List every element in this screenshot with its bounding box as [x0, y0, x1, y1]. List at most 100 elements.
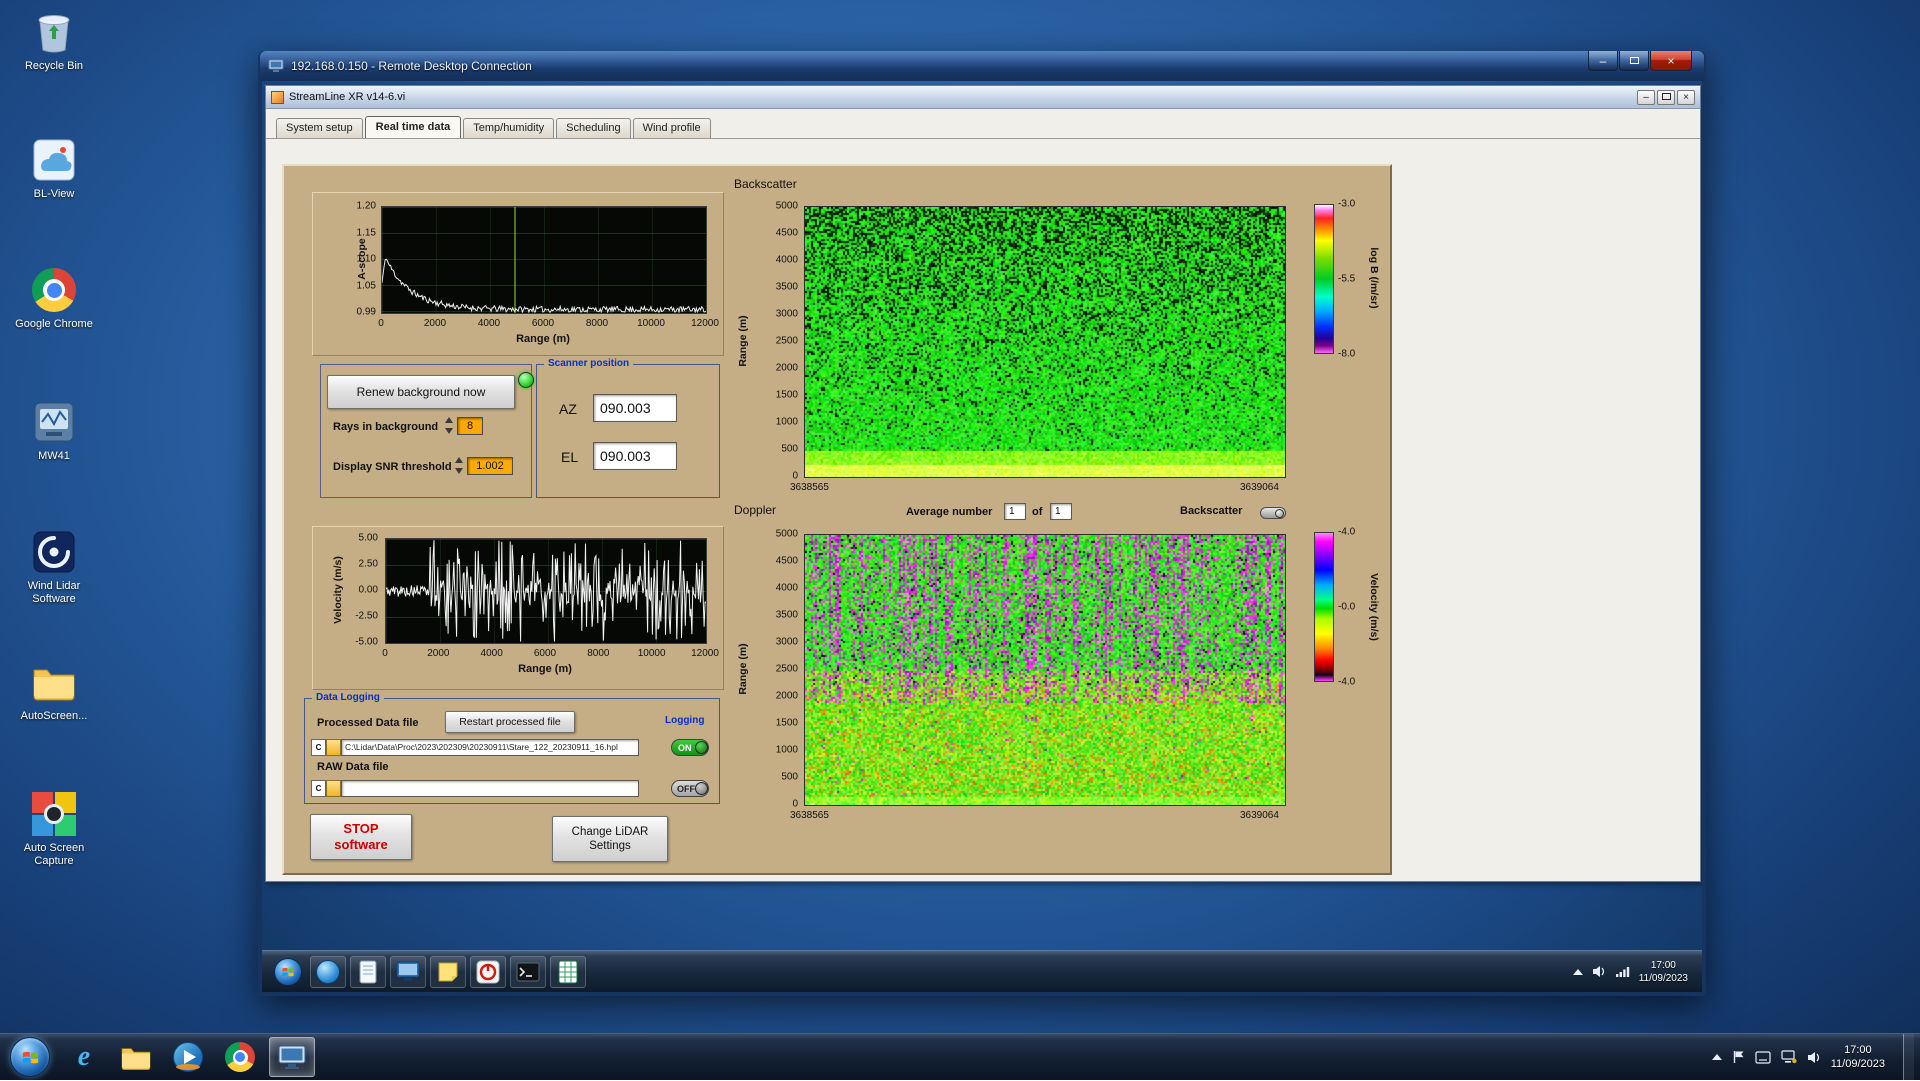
remote-command-prompt-icon[interactable] [510, 955, 546, 988]
snr-stepper[interactable] [455, 457, 464, 474]
rdp-restore-button[interactable] [1619, 51, 1649, 71]
ascope-plot-area [381, 206, 707, 314]
host-clock[interactable]: 17:00 11/09/2023 [1831, 1043, 1885, 1072]
doppler-x-max: 3639064 [1240, 810, 1279, 821]
command-prompt-icon [516, 962, 540, 981]
raw-data-file-path[interactable] [341, 779, 639, 797]
desktop-icon-recycle-bin[interactable]: Recycle Bin [6, 8, 102, 73]
show-desktop-button[interactable] [1903, 1033, 1914, 1081]
tick-label: 1.15 [356, 227, 376, 238]
tick-label: 3000 [775, 636, 798, 648]
desktop-icon-label: AutoScreen... [20, 710, 88, 722]
remote-notes-app-icon[interactable] [430, 955, 466, 988]
volume-icon[interactable] [1807, 1051, 1821, 1064]
processed-logging-switch[interactable]: ON [671, 739, 709, 756]
language-indicator-icon[interactable] [1755, 1050, 1771, 1064]
rdp-close-button[interactable]: × [1650, 51, 1692, 71]
desktop-icon-bl-view[interactable]: BL-View [6, 136, 102, 201]
doppler-colorbar-ticks: -4.0 -0.0 -4.0 [1338, 527, 1370, 688]
restore-icon [1629, 57, 1639, 64]
tab-temp-humidity[interactable]: Temp/humidity [463, 118, 555, 138]
background-controls-group: Renew background now Rays in background … [320, 364, 532, 498]
tick-label: -3.0 [1338, 198, 1356, 210]
stepper-down-icon [455, 468, 463, 474]
desktop-icon-wind-lidar[interactable]: Wind Lidar Software [6, 528, 102, 606]
remote-start-button[interactable] [270, 956, 306, 988]
remote-desktop-button[interactable] [269, 1037, 315, 1077]
tab-real-time-data[interactable]: Real time data [364, 116, 462, 138]
chrome-button[interactable] [217, 1037, 263, 1077]
stepper-down-icon [445, 428, 453, 434]
tab-system-setup[interactable]: System setup [276, 118, 363, 138]
backscatter-toggle[interactable] [1260, 507, 1286, 519]
az-value-field[interactable]: 090.003 [593, 394, 677, 422]
browse-folder-icon[interactable] [326, 738, 341, 756]
tick-label: 12000 [691, 318, 719, 329]
restart-processed-file-button[interactable]: Restart processed file [445, 711, 575, 733]
toggle-knob-icon [1275, 509, 1284, 518]
tick-label: 1.20 [356, 200, 376, 212]
stop-software-button[interactable]: STOP software [310, 814, 412, 860]
file-explorer-button[interactable] [113, 1037, 159, 1077]
doppler-y-ticks: 5000 4500 4000 3500 3000 2500 2000 1500 1000 500 0 [758, 529, 800, 810]
network-icon[interactable] [1615, 965, 1630, 978]
network-icon[interactable] [1781, 1050, 1797, 1064]
rays-in-background-value[interactable]: 8 [457, 417, 483, 435]
tick-label: 10000 [637, 648, 666, 659]
labview-maximize-button[interactable] [1657, 89, 1675, 105]
change-lidar-settings-button[interactable]: Change LiDAR Settings [552, 816, 668, 862]
remote-spreadsheet-app-icon[interactable] [550, 955, 586, 988]
el-label: EL [561, 449, 579, 465]
internet-explorer-button[interactable]: e [61, 1037, 107, 1077]
backscatter-toggle-label: Backscatter [1180, 505, 1243, 517]
remote-clock[interactable]: 17:00 11/09/2023 [1639, 959, 1688, 985]
average-number-field[interactable]: 1 [1004, 503, 1026, 520]
desktop-icon-autoscreen-folder[interactable]: AutoScreen... [6, 658, 102, 723]
remote-date: 11/09/2023 [1638, 972, 1688, 984]
rdp-minimize-button[interactable]: – [1588, 51, 1618, 71]
labview-close-button[interactable]: × [1677, 89, 1695, 105]
tab-scheduling[interactable]: Scheduling [556, 118, 631, 138]
snr-threshold-value[interactable]: 1.002 [467, 457, 513, 475]
rdp-titlebar[interactable]: 192.168.0.150 - Remote Desktop Connectio… [260, 51, 1704, 81]
tick-label: 2.50 [358, 558, 378, 570]
desktop-icon-mw41[interactable]: MW41 [6, 398, 102, 463]
tick-label: -5.00 [355, 636, 378, 648]
el-value-field[interactable]: 090.003 [593, 442, 677, 470]
tick-label: -8.0 [1338, 348, 1356, 360]
tick-label: 1.05 [356, 280, 376, 291]
velocity-plot-area [385, 538, 707, 644]
rays-stepper[interactable] [445, 417, 454, 434]
tab-wind-profile[interactable]: Wind profile [632, 118, 711, 138]
labview-titlebar[interactable]: StreamLine XR v14-6.vi – × [266, 86, 1700, 109]
hidden-icons-arrow[interactable] [1711, 1054, 1722, 1060]
start-button[interactable] [10, 1037, 50, 1077]
remote-browser-icon[interactable] [310, 955, 346, 988]
action-center-flag-icon[interactable] [1732, 1050, 1745, 1064]
volume-icon[interactable] [1592, 965, 1606, 978]
tick-label: 5000 [775, 528, 798, 540]
backscatter-colorbar-label: log B (/m/sr) [1368, 247, 1380, 309]
desktop-icon-auto-screen-capture[interactable]: Auto Screen Capture [6, 790, 102, 868]
wind-lidar-icon [30, 528, 78, 576]
of-label: of [1032, 506, 1043, 518]
renew-background-button[interactable]: Renew background now [327, 375, 515, 409]
hidden-icons-arrow[interactable] [1572, 968, 1583, 975]
scanner-position-group: Scanner position AZ 090.003 EL 090.003 [536, 358, 720, 498]
folder-icon [30, 658, 78, 706]
labview-minimize-button[interactable]: – [1637, 89, 1655, 105]
windows-flag-icon [22, 1051, 38, 1063]
raw-logging-switch[interactable]: OFF [671, 780, 709, 797]
remote-monitoring-app-icon[interactable] [390, 955, 426, 988]
tick-label: 1500 [775, 717, 798, 729]
tick-label: 5.00 [358, 532, 378, 544]
processed-data-file-path[interactable] [341, 738, 639, 756]
tick-label: 4500 [775, 555, 798, 567]
average-total-field[interactable]: 1 [1050, 503, 1072, 520]
desktop-icon-google-chrome[interactable]: Google Chrome [6, 266, 102, 331]
media-player-button[interactable] [165, 1037, 211, 1077]
remote-notepad-icon[interactable] [350, 955, 386, 988]
remote-shutdown-tool-icon[interactable] [470, 955, 506, 988]
stepper-up-icon [445, 417, 453, 423]
browse-folder-icon[interactable] [326, 779, 341, 797]
